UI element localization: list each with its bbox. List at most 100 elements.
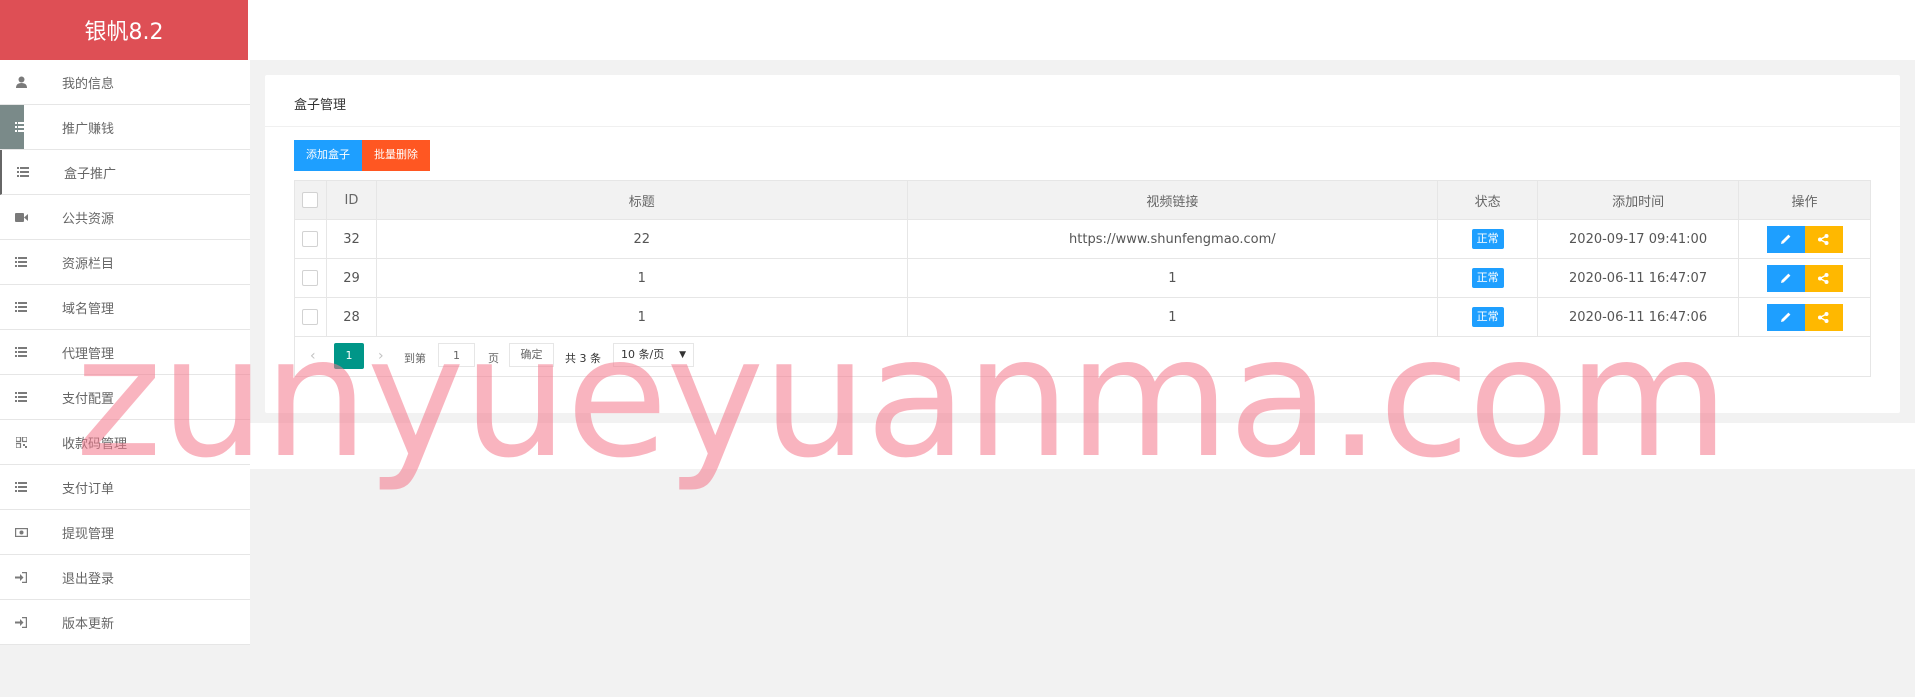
row-select-cell [294,258,327,298]
chevron-left-icon[interactable]: ‹ [310,348,316,364]
sidebar-item-label: 提现管理 [62,526,115,542]
row-checkbox[interactable] [302,309,319,325]
edit-button[interactable] [1766,264,1805,292]
pencil-icon [1780,234,1790,244]
add-box-button[interactable]: 添加盒子 [294,140,362,171]
column-header-status[interactable]: 状态 [1437,180,1539,220]
cell-added-time: 2020-09-17 09:41:00 [1537,219,1740,259]
list-icon [14,121,28,133]
share-button[interactable] [1804,303,1843,331]
cell-added-time: 2020-06-11 16:47:06 [1537,297,1740,337]
sidebar-item-qrcode-management[interactable]: 收款码管理 [0,420,250,465]
sidebar-item-label: 推广赚钱 [62,121,115,137]
content-footer-band [250,423,1915,469]
row-select-cell [294,219,327,259]
cell-actions [1738,219,1871,259]
goto-confirm-button[interactable]: 确定 [509,343,554,367]
sidebar: 我的信息 推广赚钱 盒子推广 公共资源 资源栏目 域名管理 代理管理 支付配置 … [0,60,250,645]
box-table: ID 标题 视频链接 状态 添加时间 操作 32 22 https://www.… [294,180,1871,337]
column-header-title[interactable]: 标题 [375,180,908,220]
table-header-row: ID 标题 视频链接 状态 添加时间 操作 [294,180,1871,220]
card-title: 盒子管理 [265,75,1900,127]
sidebar-item-withdrawal-management[interactable]: 提现管理 [0,510,250,555]
page-size-value: 10 条/页 [621,348,665,361]
cell-id: 29 [325,258,377,298]
row-checkbox[interactable] [302,231,319,247]
cell-status: 正常 [1437,297,1539,337]
row-select-cell [294,297,327,337]
column-header-added-time[interactable]: 添加时间 [1537,180,1740,220]
sidebar-item-promote-earn[interactable]: 推广赚钱 [0,105,250,150]
sidebar-item-payment-orders[interactable]: 支付订单 [0,465,250,510]
sidebar-item-label: 支付订单 [62,481,115,497]
sidebar-item-agent-management[interactable]: 代理管理 [0,330,250,375]
cell-added-time: 2020-06-11 16:47:07 [1537,258,1740,298]
table-row: 28 1 1 正常 2020-06-11 16:47:06 [294,297,1871,337]
user-icon [14,76,28,88]
cell-actions [1738,297,1871,337]
list-icon [16,166,30,178]
status-badge: 正常 [1471,268,1504,288]
total-count: 共 3 条 [565,352,601,365]
cell-title: 1 [375,297,908,337]
cell-id: 32 [325,219,377,259]
sidebar-item-domain-management[interactable]: 域名管理 [0,285,250,330]
qrcode-icon [14,436,28,448]
list-icon [14,256,28,268]
sidebar-item-label: 支付配置 [62,391,115,407]
top-bar [0,0,1915,60]
sidebar-item-label: 收款码管理 [62,436,128,452]
video-camera-icon [14,211,28,223]
column-header-actions: 操作 [1738,180,1871,220]
share-icon [1818,272,1829,284]
share-icon [1818,311,1829,323]
sidebar-item-resource-columns[interactable]: 资源栏目 [0,240,250,285]
sidebar-item-box-promotion[interactable]: 盒子推广 [0,150,250,195]
cell-status: 正常 [1437,258,1539,298]
cell-video-link: 1 [906,297,1439,337]
chevron-right-icon[interactable]: › [378,348,384,364]
cell-title: 22 [375,219,908,259]
sidebar-item-label: 盒子推广 [64,166,117,182]
sidebar-item-label: 资源栏目 [62,256,115,272]
status-badge: 正常 [1471,307,1504,327]
brand-logo: 银帆8.2 [0,0,248,60]
goto-page-input[interactable] [438,343,475,367]
select-all-cell [294,180,327,220]
batch-delete-button[interactable]: 批量删除 [362,140,430,171]
column-header-video-link[interactable]: 视频链接 [906,180,1439,220]
edit-button[interactable] [1766,303,1805,331]
share-button[interactable] [1804,225,1843,253]
row-actions [1766,225,1843,253]
cell-id: 28 [325,297,377,337]
column-header-id[interactable]: ID [325,180,377,220]
caret-down-icon: ▼ [679,350,686,360]
cell-status: 正常 [1437,219,1539,259]
cell-video-link: 1 [906,258,1439,298]
sidebar-item-payment-config[interactable]: 支付配置 [0,375,250,420]
edit-button[interactable] [1766,225,1805,253]
list-icon [14,346,28,358]
goto-label: 到第 [404,352,426,365]
list-icon [14,481,28,493]
share-button[interactable] [1804,264,1843,292]
sidebar-item-logout[interactable]: 退出登录 [0,555,250,600]
list-icon [14,391,28,403]
status-badge: 正常 [1471,229,1504,249]
page-current[interactable]: 1 [334,343,364,369]
row-checkbox[interactable] [302,270,319,286]
sidebar-item-version-update[interactable]: 版本更新 [0,600,250,645]
sidebar-item-public-resources[interactable]: 公共资源 [0,195,250,240]
page-size-select[interactable]: 10 条/页 ▼ [613,343,694,367]
sidebar-item-label: 退出登录 [62,571,115,587]
pencil-icon [1780,273,1790,283]
sidebar-item-my-info[interactable]: 我的信息 [0,60,250,105]
box-management-card: 盒子管理 添加盒子 批量删除 ID 标题 视频链接 状态 添加时间 操作 32 … [265,75,1900,413]
brand-title: 银帆8.2 [84,20,164,45]
pencil-icon [1780,312,1790,322]
share-icon [1818,233,1829,245]
pagination: ‹ 1 › 到第 页 确定 共 3 条 10 条/页 ▼ [294,337,1871,377]
sidebar-item-label: 版本更新 [62,616,115,632]
list-icon [14,301,28,313]
select-all-checkbox[interactable] [302,192,319,208]
